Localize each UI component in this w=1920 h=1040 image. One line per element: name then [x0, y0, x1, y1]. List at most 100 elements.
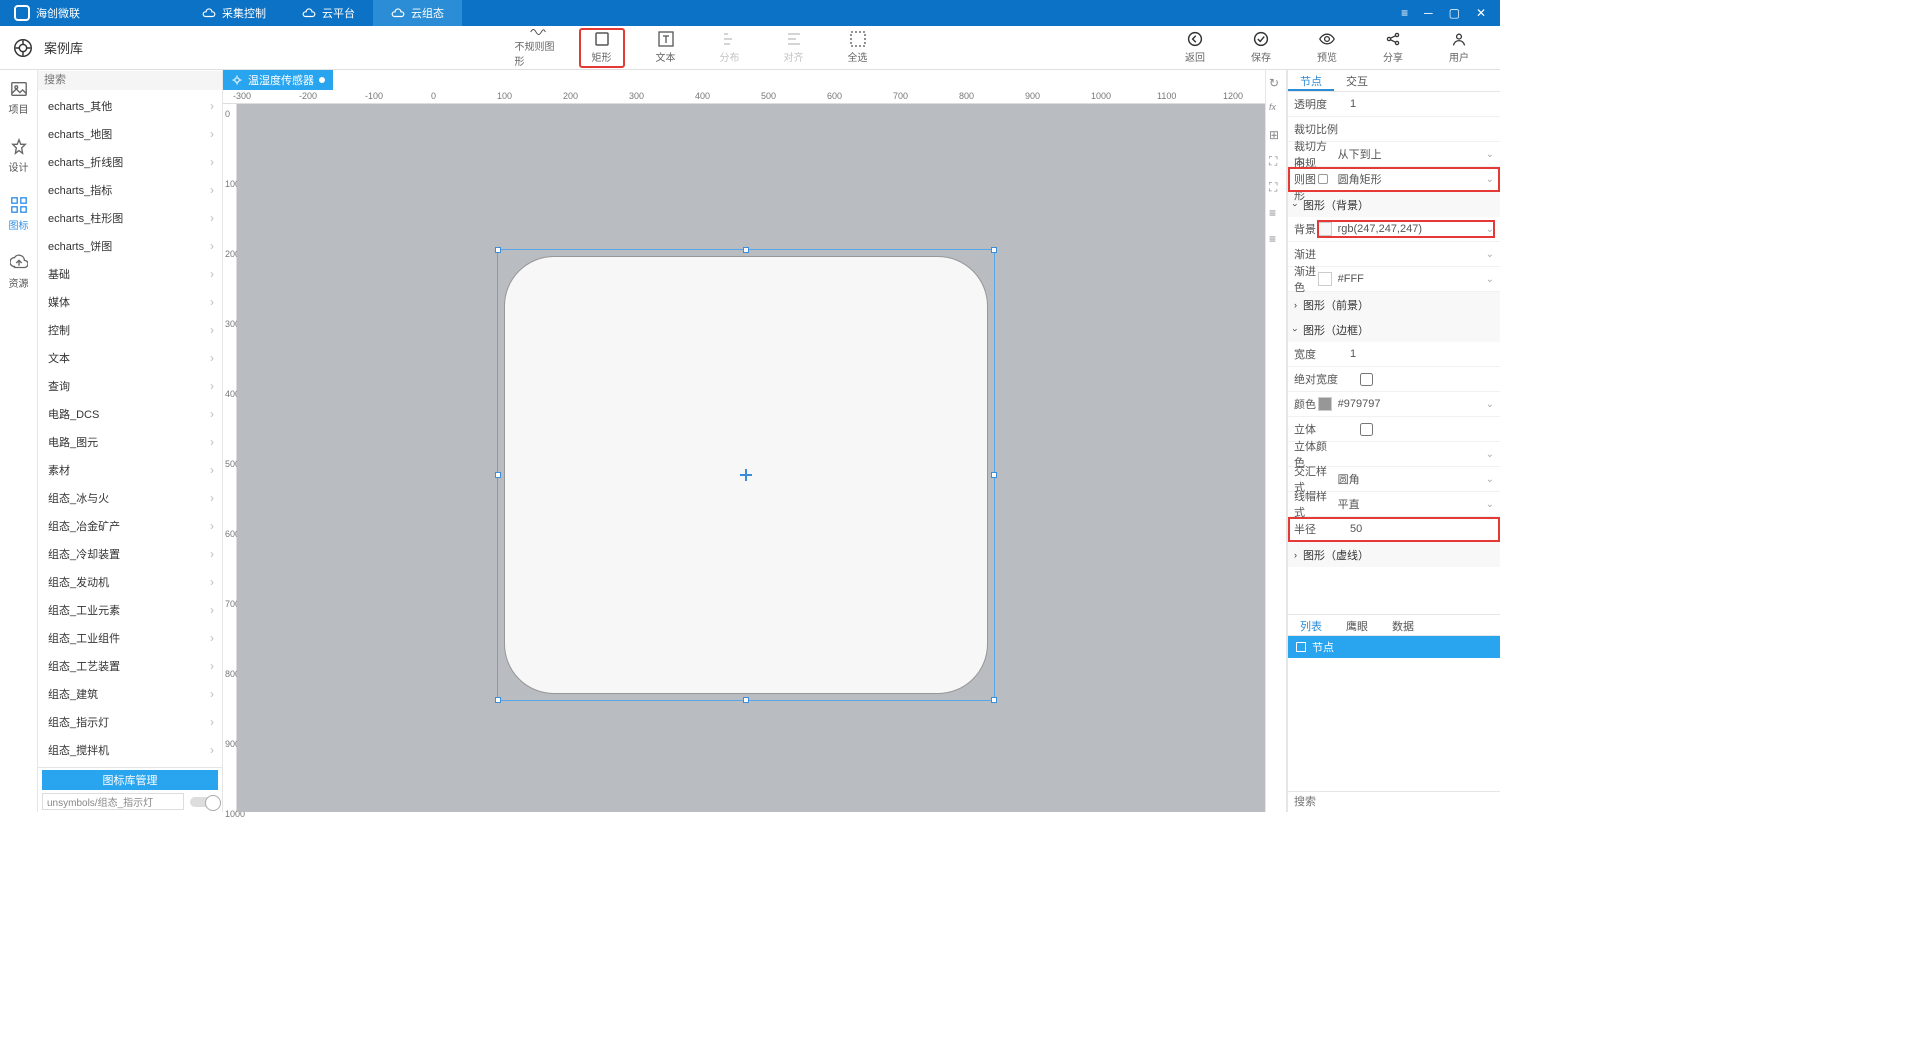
scan-icon[interactable]: ⛶ — [1269, 180, 1283, 194]
chevron-down-icon[interactable]: ⌄ — [1486, 174, 1494, 185]
color-swatch[interactable] — [1318, 222, 1332, 236]
chevron-down-icon[interactable]: ⌄ — [1486, 499, 1494, 510]
tree-item[interactable]: echarts_折线图› — [38, 148, 222, 176]
resize-handle-ml[interactable] — [495, 472, 501, 478]
clip-dir-select[interactable] — [1336, 146, 1482, 162]
tree-item[interactable]: 组态_发动机› — [38, 568, 222, 596]
cross-style-select[interactable] — [1336, 471, 1482, 487]
close-icon[interactable]: ✕ — [1476, 6, 1486, 20]
tree-item[interactable]: 组态_冷却装置› — [38, 540, 222, 568]
tree-item[interactable]: 控制› — [38, 316, 222, 344]
user-button[interactable]: 用户 — [1436, 28, 1482, 68]
tree-item[interactable]: echarts_柱形图› — [38, 204, 222, 232]
maximize-icon[interactable]: ▢ — [1449, 6, 1460, 20]
section-foreground[interactable]: ›图形（前景） — [1288, 292, 1500, 317]
sidenav-resource[interactable]: 资源 — [9, 254, 29, 290]
zoom-slider[interactable] — [190, 797, 218, 807]
tree-item[interactable]: 组态_冶金矿产› — [38, 512, 222, 540]
fullscreen-icon[interactable]: ⛶ — [1269, 154, 1283, 168]
menu-icon[interactable]: ≡ — [1401, 6, 1408, 20]
tree-item[interactable]: echarts_指标› — [38, 176, 222, 204]
gradient-select[interactable] — [1336, 246, 1482, 262]
depth-checkbox[interactable] — [1360, 423, 1373, 436]
tab-eagle[interactable]: 鹰眼 — [1334, 615, 1380, 635]
depth-color-input[interactable] — [1336, 446, 1482, 462]
chevron-down-icon[interactable]: ⌄ — [1486, 474, 1494, 485]
sidenav-design[interactable]: 设计 — [9, 138, 29, 174]
color-input[interactable] — [1336, 396, 1482, 412]
minimize-icon[interactable]: ─ — [1424, 6, 1433, 20]
fx-icon[interactable]: fx — [1269, 102, 1283, 116]
back-button[interactable]: 返回 — [1172, 28, 1218, 68]
section-background[interactable]: ›图形（背景） — [1288, 192, 1500, 217]
canvas[interactable] — [237, 104, 1265, 812]
sidenav-icons[interactable]: 图标 — [9, 196, 29, 232]
tab-capture[interactable]: 采集控制 — [184, 0, 284, 26]
tab-cloud-config[interactable]: 云组态 — [373, 0, 462, 26]
tree-item[interactable]: 文本› — [38, 344, 222, 372]
sidenav-project[interactable]: 项目 — [9, 80, 29, 116]
resize-handle-tr[interactable] — [991, 247, 997, 253]
resize-handle-tm[interactable] — [743, 247, 749, 253]
tree-item[interactable]: 查询› — [38, 372, 222, 400]
tool-align[interactable]: 对齐 — [771, 28, 817, 68]
resize-handle-bm[interactable] — [743, 697, 749, 703]
tab-node[interactable]: 节点 — [1288, 70, 1334, 91]
share-button[interactable]: 分享 — [1370, 28, 1416, 68]
indent-icon[interactable]: ≡ — [1269, 232, 1283, 246]
tree-item[interactable]: 组态_搅拌机› — [38, 736, 222, 764]
file-tab-active[interactable]: 温湿度传感器 — [223, 70, 333, 90]
path-input[interactable] — [42, 793, 184, 810]
tab-list[interactable]: 列表 — [1288, 615, 1334, 635]
chevron-down-icon[interactable]: ⌄ — [1486, 399, 1494, 410]
clip-ratio-input[interactable] — [1348, 121, 1494, 137]
tab-interaction[interactable]: 交互 — [1334, 70, 1380, 91]
tree-item[interactable]: 素材› — [38, 456, 222, 484]
tree-item[interactable]: 媒体› — [38, 288, 222, 316]
tool-distribute[interactable]: 分布 — [707, 28, 753, 68]
resize-handle-tl[interactable] — [495, 247, 501, 253]
selection-bounds[interactable] — [497, 249, 995, 701]
chevron-down-icon[interactable]: ⌄ — [1486, 449, 1494, 460]
layer-row[interactable]: 节点 — [1288, 636, 1500, 658]
resize-handle-mr[interactable] — [991, 472, 997, 478]
tool-rectangle[interactable]: 矩形 — [579, 28, 625, 68]
tree-item[interactable]: 组态_指示灯› — [38, 708, 222, 736]
grad-color-input[interactable] — [1336, 271, 1482, 287]
tree-item[interactable]: 电路_DCS› — [38, 400, 222, 428]
tab-data[interactable]: 数据 — [1380, 615, 1426, 635]
tree-item[interactable]: echarts_其他› — [38, 92, 222, 120]
width-input[interactable] — [1348, 346, 1494, 362]
tree-item[interactable]: echarts_饼图› — [38, 232, 222, 260]
resize-handle-br[interactable] — [991, 697, 997, 703]
tab-cloud-platform[interactable]: 云平台 — [284, 0, 373, 26]
chevron-down-icon[interactable]: ⌄ — [1486, 249, 1494, 260]
radius-input[interactable] — [1348, 521, 1494, 537]
tool-irregular-shape[interactable]: 不规则图形 — [515, 28, 561, 68]
color-swatch[interactable] — [1318, 397, 1332, 411]
bg-input[interactable] — [1336, 221, 1482, 237]
tool-select-all[interactable]: 全选 — [835, 28, 881, 68]
tree-item[interactable]: 组态_冰与火› — [38, 484, 222, 512]
save-button[interactable]: 保存 — [1238, 28, 1284, 68]
tree-item[interactable]: 组态_建筑› — [38, 680, 222, 708]
manage-library-button[interactable]: 图标库管理 — [42, 770, 218, 790]
chevron-down-icon[interactable]: ⌄ — [1486, 149, 1494, 160]
layer-search-input[interactable] — [1288, 791, 1500, 812]
tree-item[interactable]: 组态_工业组件› — [38, 624, 222, 652]
section-dash[interactable]: ›图形（虚线） — [1288, 542, 1500, 567]
chevron-down-icon[interactable]: ⌄ — [1486, 274, 1494, 285]
resize-handle-bl[interactable] — [495, 697, 501, 703]
abs-width-checkbox[interactable] — [1360, 373, 1373, 386]
chevron-down-icon[interactable]: ⌄ — [1486, 224, 1494, 235]
refresh-icon[interactable]: ↻ — [1269, 76, 1283, 90]
tree-item[interactable]: echarts_地图› — [38, 120, 222, 148]
preview-button[interactable]: 预览 — [1304, 28, 1350, 68]
cap-style-select[interactable] — [1336, 496, 1482, 512]
tree-item[interactable]: 组态_工业元素› — [38, 596, 222, 624]
grid-toggle-icon[interactable]: ⊞ — [1269, 128, 1283, 142]
tree-item[interactable]: 组态_工艺装置› — [38, 652, 222, 680]
section-border[interactable]: ›图形（边框） — [1288, 317, 1500, 342]
lines-icon[interactable]: ≡ — [1269, 206, 1283, 220]
tree-search-input[interactable] — [38, 71, 222, 90]
